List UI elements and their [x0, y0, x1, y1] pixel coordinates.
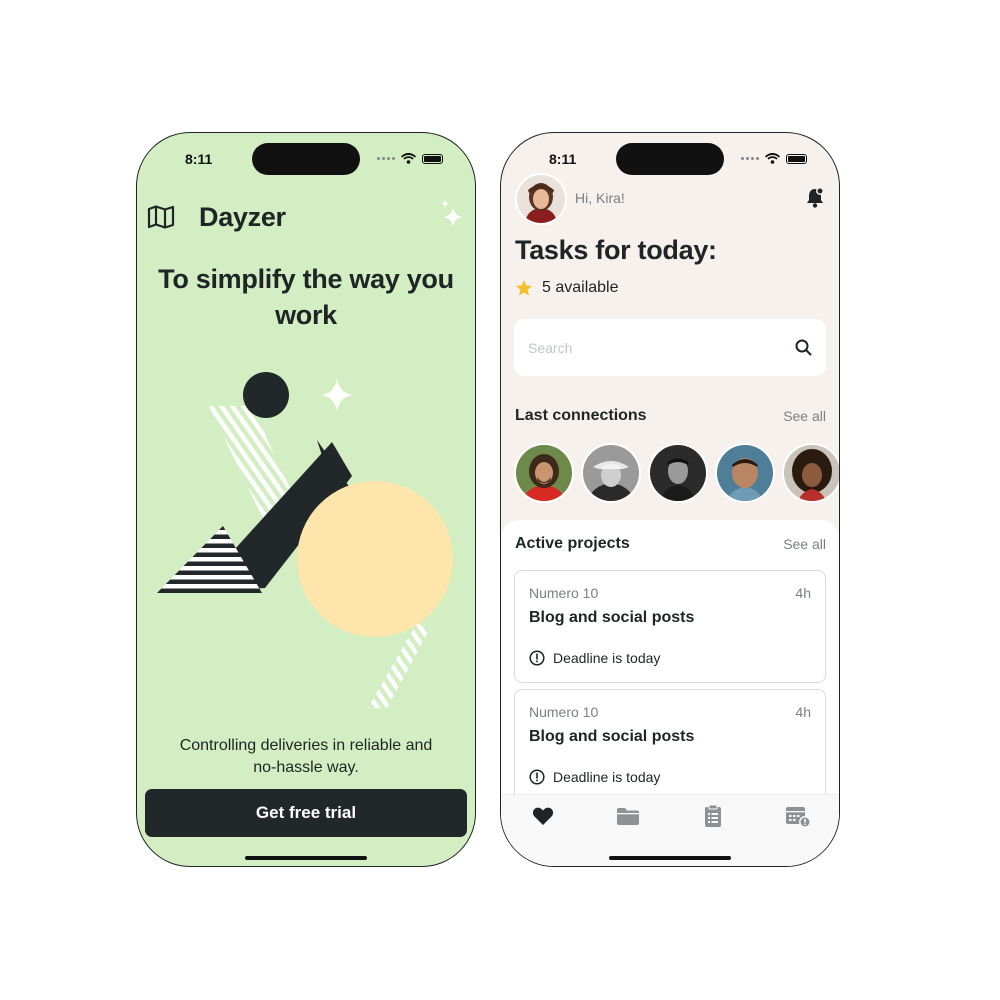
heart-icon	[532, 807, 554, 825]
hero-title: To simplify the way you work	[158, 264, 454, 330]
phone-onboarding: 8:11 Dayzer To simplify the way you work	[136, 132, 476, 867]
greeting: Hi, Kira!	[575, 190, 625, 206]
home-indicator	[245, 856, 367, 860]
alert-circle-icon	[529, 650, 545, 666]
project-deadline: Deadline is today	[529, 769, 660, 785]
project-deadline: Deadline is today	[529, 650, 660, 666]
project-subtitle: Numero 10	[529, 704, 599, 720]
search-box	[514, 319, 826, 376]
dynamic-island	[616, 143, 724, 175]
folder-icon	[617, 807, 639, 825]
get-free-trial-button[interactable]: Get free trial	[145, 789, 467, 837]
available-label: 5 available	[542, 279, 619, 296]
connections-title: Last connections	[515, 407, 647, 424]
brand-header: Dayzer	[147, 199, 465, 235]
project-card[interactable]: Numero 10 4h Blog and social posts Deadl…	[514, 570, 826, 683]
tab-calendar[interactable]	[783, 801, 813, 831]
wifi-icon	[765, 153, 780, 164]
clipboard-icon	[705, 804, 721, 827]
connections-list	[514, 443, 839, 505]
abstract-illustration	[157, 372, 453, 708]
phone-dashboard: 8:11 Hi, Kira! Tasks for today: 5 availa…	[500, 132, 840, 867]
user-avatar[interactable]	[515, 173, 567, 225]
signal-icon	[377, 157, 395, 160]
project-duration: 4h	[795, 585, 811, 601]
connection-avatar[interactable]	[782, 443, 839, 503]
battery-icon	[422, 153, 443, 164]
project-duration: 4h	[795, 704, 811, 720]
calendar-alert-icon	[786, 807, 811, 828]
deadline-label: Deadline is today	[553, 769, 661, 785]
connections-header: Last connections See all	[515, 407, 826, 425]
sparkles-icon	[441, 199, 463, 227]
connections-see-all-link[interactable]: See all	[783, 408, 826, 424]
project-title: Blog and social posts	[529, 728, 695, 745]
search-icon[interactable]	[795, 339, 812, 356]
dynamic-island	[252, 143, 360, 175]
tab-bar	[501, 794, 839, 866]
projects-header: Active projects See all	[515, 535, 826, 553]
connection-avatar[interactable]	[581, 443, 641, 503]
status-time: 8:11	[185, 151, 213, 167]
connection-avatar[interactable]	[715, 443, 775, 503]
projects-title: Active projects	[515, 535, 630, 552]
alert-circle-icon	[529, 769, 545, 785]
map-icon[interactable]	[147, 205, 175, 229]
connection-avatar[interactable]	[648, 443, 708, 503]
tab-projects[interactable]	[613, 801, 643, 831]
status-bar: 8:11	[137, 133, 475, 183]
connection-avatar[interactable]	[514, 443, 574, 503]
signal-icon	[741, 157, 759, 160]
project-card[interactable]: Numero 10 4h Blog and social posts Deadl…	[514, 689, 826, 802]
tasks-title: Tasks for today:	[515, 235, 717, 265]
status-time: 8:11	[549, 151, 577, 167]
tab-tasks[interactable]	[698, 801, 728, 831]
bell-icon[interactable]	[805, 187, 825, 209]
search-input[interactable]	[528, 319, 768, 376]
project-subtitle: Numero 10	[529, 585, 599, 601]
project-title: Blog and social posts	[529, 609, 695, 626]
wifi-icon	[401, 153, 416, 164]
brand-name: Dayzer	[199, 202, 286, 232]
tab-favorites[interactable]	[528, 801, 558, 831]
battery-icon	[786, 153, 807, 164]
tagline: Controlling deliveries in reliable and n…	[179, 737, 433, 776]
projects-see-all-link[interactable]: See all	[783, 536, 826, 552]
star-icon	[515, 280, 533, 296]
deadline-label: Deadline is today	[553, 650, 661, 666]
available-count: 5 available	[515, 279, 619, 297]
home-indicator	[609, 856, 731, 860]
